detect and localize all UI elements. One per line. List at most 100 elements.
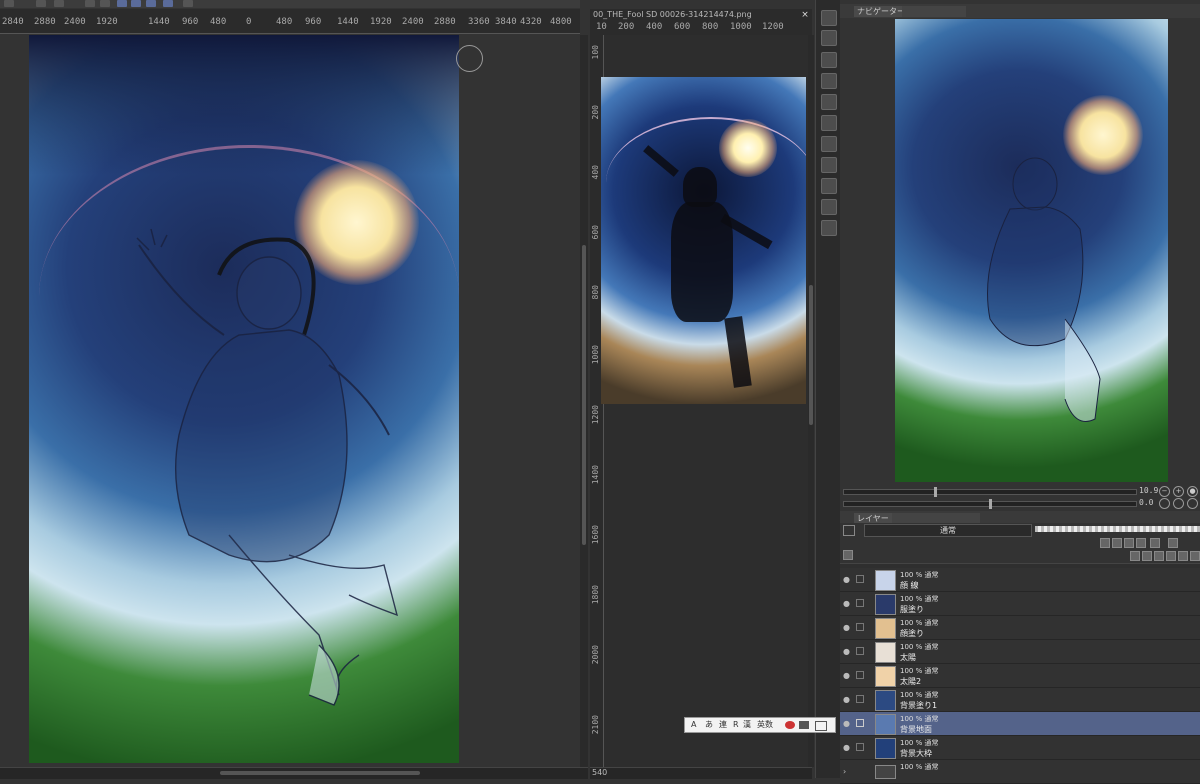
navigator-preview[interactable] [895, 19, 1168, 482]
lock-icon[interactable] [856, 575, 864, 583]
merge-layer-icon[interactable] [1166, 551, 1176, 561]
blend-mode-select[interactable]: 通常 [864, 524, 1032, 537]
zoom-out-icon[interactable]: − [1159, 486, 1170, 497]
pen-icon[interactable] [856, 719, 864, 727]
palette-item[interactable]: R [733, 718, 739, 732]
eye-icon[interactable]: ● [843, 695, 850, 704]
reference-layer-icon[interactable] [1112, 538, 1122, 548]
lock-icon[interactable] [856, 623, 864, 631]
edit-icon[interactable] [821, 178, 837, 194]
zoom-in-icon[interactable]: + [1173, 486, 1184, 497]
eye-icon[interactable]: ● [843, 623, 850, 632]
tab-subview[interactable] [902, 6, 938, 17]
close-icon[interactable] [821, 52, 837, 68]
lock-icon[interactable] [856, 599, 864, 607]
layer-color-icon[interactable] [843, 525, 855, 536]
gradient-icon[interactable] [100, 0, 110, 7]
mask-icon[interactable] [1150, 538, 1160, 548]
zoom-fit-icon[interactable]: ● [1187, 486, 1198, 497]
layer-row-selected[interactable]: ● 100 % 通常 背景地面 [840, 712, 1200, 736]
eye-icon[interactable]: ● [843, 719, 850, 728]
rotate-icon[interactable] [117, 0, 127, 7]
flip-icon[interactable] [131, 0, 141, 7]
lock-icon[interactable] [856, 647, 864, 655]
navigator-character-sketch [987, 157, 1101, 422]
zoom-slider-knob[interactable] [934, 487, 937, 497]
delete-layer-icon[interactable] [1178, 551, 1188, 561]
history-icon[interactable] [183, 0, 193, 7]
eye-icon[interactable]: ● [843, 599, 850, 608]
main-canvas[interactable] [29, 35, 459, 763]
eye-icon[interactable]: ● [843, 671, 850, 680]
palette-item[interactable]: あ [705, 718, 713, 732]
ruler-label: 1440 [148, 17, 170, 27]
layer-row[interactable]: ● 100 % 通常 顔塗り [840, 616, 1200, 640]
layer-mode: 100 % 通常 [900, 595, 939, 603]
clip-icon[interactable] [1100, 538, 1110, 548]
eye-icon[interactable]: ● [843, 647, 850, 656]
eye-icon[interactable]: ● [843, 575, 850, 584]
layer-row[interactable]: ● 100 % 通常 顔 線 [840, 568, 1200, 592]
scroll-thumb[interactable] [809, 285, 813, 425]
palette-item[interactable]: 連 [719, 718, 727, 732]
ruler-label: 1600 [591, 525, 600, 545]
layer-row[interactable]: ● 100 % 通常 背景塗り1 [840, 688, 1200, 712]
more-icon[interactable] [1168, 538, 1178, 548]
lock-icon[interactable] [1136, 538, 1146, 548]
chevron-right-icon[interactable]: › [843, 767, 846, 776]
settings-icon[interactable] [821, 220, 837, 236]
close-icon[interactable]: × [800, 9, 810, 21]
palette-item[interactable]: 漢 [743, 718, 751, 732]
star-icon[interactable] [821, 115, 837, 131]
tab-navigator[interactable]: ナビゲーター [854, 6, 908, 17]
zoom-icon[interactable] [821, 10, 837, 26]
ime-icon[interactable] [785, 721, 795, 729]
menu-icon[interactable] [815, 721, 827, 731]
page-icon[interactable] [821, 157, 837, 173]
fit-icon[interactable] [821, 30, 837, 46]
rotate-reset-icon[interactable] [1187, 498, 1198, 509]
layer-row[interactable]: ● 100 % 通常 背景大枠 [840, 736, 1200, 760]
reference-horizontal-ruler: 10 200 400 600 800 1000 1200 [590, 21, 812, 36]
grid-icon[interactable] [146, 0, 156, 7]
pen-icon[interactable] [4, 0, 14, 7]
keyboard-icon[interactable] [799, 721, 809, 729]
zoom-slider[interactable] [843, 487, 1137, 497]
save-icon[interactable] [163, 0, 173, 7]
reference-vertical-scrollbar[interactable] [808, 35, 814, 767]
fill-icon[interactable] [85, 0, 95, 7]
image-icon[interactable] [821, 199, 837, 215]
new-raster-layer-icon[interactable] [1130, 551, 1140, 561]
palette-item[interactable]: A [691, 718, 696, 732]
draft-layer-icon[interactable] [1124, 538, 1134, 548]
layer-menu-icon[interactable] [1190, 551, 1200, 561]
new-folder-icon[interactable] [1154, 551, 1164, 561]
eraser-icon[interactable] [54, 0, 64, 7]
layer-row[interactable]: ● 100 % 通常 太陽2 [840, 664, 1200, 688]
lock-icon[interactable] [856, 743, 864, 751]
rotation-slider[interactable] [843, 499, 1137, 509]
layer-row[interactable]: ● 100 % 通常 服塗り [840, 592, 1200, 616]
lock-icon[interactable] [856, 695, 864, 703]
eye-icon[interactable]: ● [843, 743, 850, 752]
scroll-thumb[interactable] [220, 771, 420, 775]
rotate-right-icon[interactable] [1173, 498, 1184, 509]
layer-settings-icon[interactable] [843, 550, 853, 560]
palette-item[interactable]: 英数 [757, 718, 773, 732]
opacity-slider[interactable] [1035, 526, 1200, 532]
brush-icon[interactable] [36, 0, 46, 7]
rotation-slider-knob[interactable] [989, 499, 992, 509]
new-vector-layer-icon[interactable] [1142, 551, 1152, 561]
star-icon[interactable] [821, 73, 837, 89]
main-vertical-scrollbar[interactable] [580, 35, 588, 767]
layer-folder-row[interactable]: › 100 % 通常 [840, 760, 1200, 784]
reference-tab[interactable]: 00_THE_Fool SD 00026-314214474.png × [590, 9, 812, 21]
page-icon[interactable] [821, 94, 837, 110]
layer-row[interactable]: ● 100 % 通常 太陽 [840, 640, 1200, 664]
lock-icon[interactable] [856, 671, 864, 679]
scroll-thumb[interactable] [582, 245, 586, 545]
page-icon[interactable] [821, 136, 837, 152]
layer-mode: 100 % 通常 [900, 643, 939, 651]
tab-info[interactable] [936, 6, 966, 17]
rotate-left-icon[interactable] [1159, 498, 1170, 509]
